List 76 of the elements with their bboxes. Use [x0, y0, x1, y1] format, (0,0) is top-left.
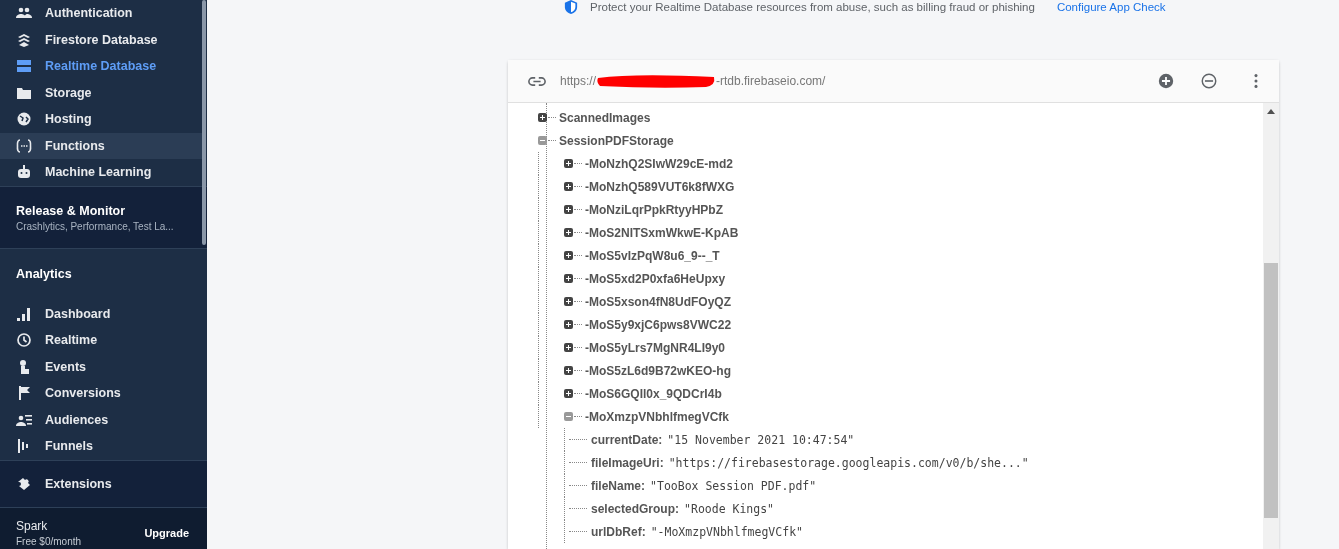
sidebar-item[interactable]: Functions: [0, 132, 202, 159]
sidebar-item[interactable]: Authentication: [0, 0, 202, 27]
expand-toggle[interactable]: [564, 182, 573, 191]
database-icon: [16, 58, 32, 75]
node-key[interactable]: -MoS5y9xjC6pws8VWC22: [585, 317, 732, 332]
expand-toggle[interactable]: [564, 159, 573, 168]
puzzle-icon: [16, 475, 32, 492]
expand-toggle[interactable]: [538, 136, 547, 145]
url-end[interactable]: -rtdb.firebaseio.com/: [716, 74, 826, 88]
field-key[interactable]: selectedGroup:: [591, 501, 680, 516]
scrollbar-thumb[interactable]: [202, 0, 206, 245]
expand-toggle[interactable]: [564, 251, 573, 260]
sidebar-item[interactable]: Events: [0, 353, 202, 380]
node-key[interactable]: -MoXmzpVNbhlfmegVCfk: [585, 409, 729, 424]
layers-icon: [16, 31, 32, 48]
expand-toggle[interactable]: [564, 366, 573, 375]
bars-icon: [16, 305, 32, 322]
sidebar-item[interactable]: Hosting: [0, 106, 202, 133]
field-value[interactable]: "TooBox Session PDF.pdf": [650, 478, 817, 493]
node-key[interactable]: -MoS5yLrs7MgNR4LI9y0: [585, 340, 726, 355]
node-key[interactable]: ScannedImages: [559, 110, 651, 125]
section-subtitle: Crashlytics, Performance, Test La...: [15, 220, 175, 234]
expand-toggle[interactable]: [564, 205, 573, 214]
expand-toggle[interactable]: [564, 274, 573, 283]
node-key[interactable]: -MoS2NITSxmWkwE-KpAB: [585, 225, 739, 240]
node-key[interactable]: -MoS5vIzPqW8u6_9--_T: [585, 248, 720, 263]
sidebar-item[interactable]: Conversions: [0, 380, 202, 407]
plan-name: Spark: [16, 519, 49, 534]
add-icon[interactable]: [1157, 72, 1175, 90]
sidebar-item[interactable]: Realtime: [0, 327, 202, 354]
url-start: https://: [560, 74, 597, 88]
configure-link[interactable]: Configure App Check: [1056, 1, 1166, 13]
node-key[interactable]: -MoS5xd2P0xfa6HeUpxy: [585, 271, 726, 286]
expand-toggle[interactable]: [564, 320, 573, 329]
field-value[interactable]: "15 November 2021 10:47:54": [667, 432, 855, 447]
sidebar-item[interactable]: Funnels: [0, 433, 202, 460]
field-value[interactable]: "-MoXmzpVNbhlfmegVCfk": [650, 524, 803, 539]
section-title[interactable]: Release & Monitor: [0, 186, 202, 221]
expand-toggle[interactable]: [564, 412, 573, 421]
link-icon: [528, 76, 546, 86]
expand-toggle[interactable]: [564, 228, 573, 237]
clock-icon: [16, 332, 32, 349]
field-key[interactable]: fileName:: [591, 478, 646, 493]
sidebar-item[interactable]: Firestore Database: [0, 26, 202, 53]
section-title: Analytics: [15, 265, 73, 283]
banner-text: Protect your Realtime Database resources from abuse, such as billing fraud or phishing: [590, 1, 1035, 13]
field-key[interactable]: currentDate:: [591, 432, 663, 447]
sidebar-item[interactable]: Dashboard: [0, 300, 202, 327]
node-key[interactable]: -MoS5xson4fN8UdFOyQZ: [585, 294, 731, 309]
node-key[interactable]: -MoNzhQ589VUT6k8fWXG: [585, 179, 735, 194]
remove-icon[interactable]: [1200, 72, 1218, 90]
field-value[interactable]: "https://firebasestorage.googleapis.com/v0/b/she...": [668, 455, 1029, 470]
plan-price: Free $0/month: [16, 536, 82, 548]
expand-toggle[interactable]: [564, 389, 573, 398]
sidebar-item[interactable]: Audiences: [0, 406, 202, 433]
node-key[interactable]: SessionPDFStorage: [559, 133, 674, 148]
sidebar-item[interactable]: Machine Learning: [0, 159, 202, 186]
node-key[interactable]: -MoNzhQ2SIwW29cE-md2: [585, 156, 734, 171]
upgrade-button[interactable]: Upgrade: [138, 523, 195, 544]
sidebar-item[interactable]: Realtime Database: [0, 53, 202, 80]
node-key[interactable]: -MoS5zL6d9B72wKEO-hg: [585, 363, 731, 378]
expand-toggle[interactable]: [538, 113, 547, 122]
scroll-up-icon[interactable]: [1267, 109, 1275, 114]
scrollbar-thumb[interactable]: [1264, 263, 1278, 518]
expand-toggle[interactable]: [564, 297, 573, 306]
expand-toggle[interactable]: [564, 343, 573, 352]
node-key[interactable]: -MoNziLqrPpkRtyyHPbZ: [585, 202, 723, 217]
node-key[interactable]: -MoS6GQIl0x_9QDCrI4b: [585, 386, 722, 401]
field-key[interactable]: urlDbRef:: [591, 524, 646, 539]
flag-icon: [16, 385, 32, 402]
field-value[interactable]: "Roode Kings": [684, 501, 775, 516]
field-key[interactable]: fileImageUri:: [591, 455, 664, 470]
sidebar-item[interactable]: Storage: [0, 79, 202, 106]
braces-icon: [16, 137, 32, 154]
more-icon[interactable]: [1253, 72, 1259, 90]
robot-icon: [16, 164, 32, 181]
